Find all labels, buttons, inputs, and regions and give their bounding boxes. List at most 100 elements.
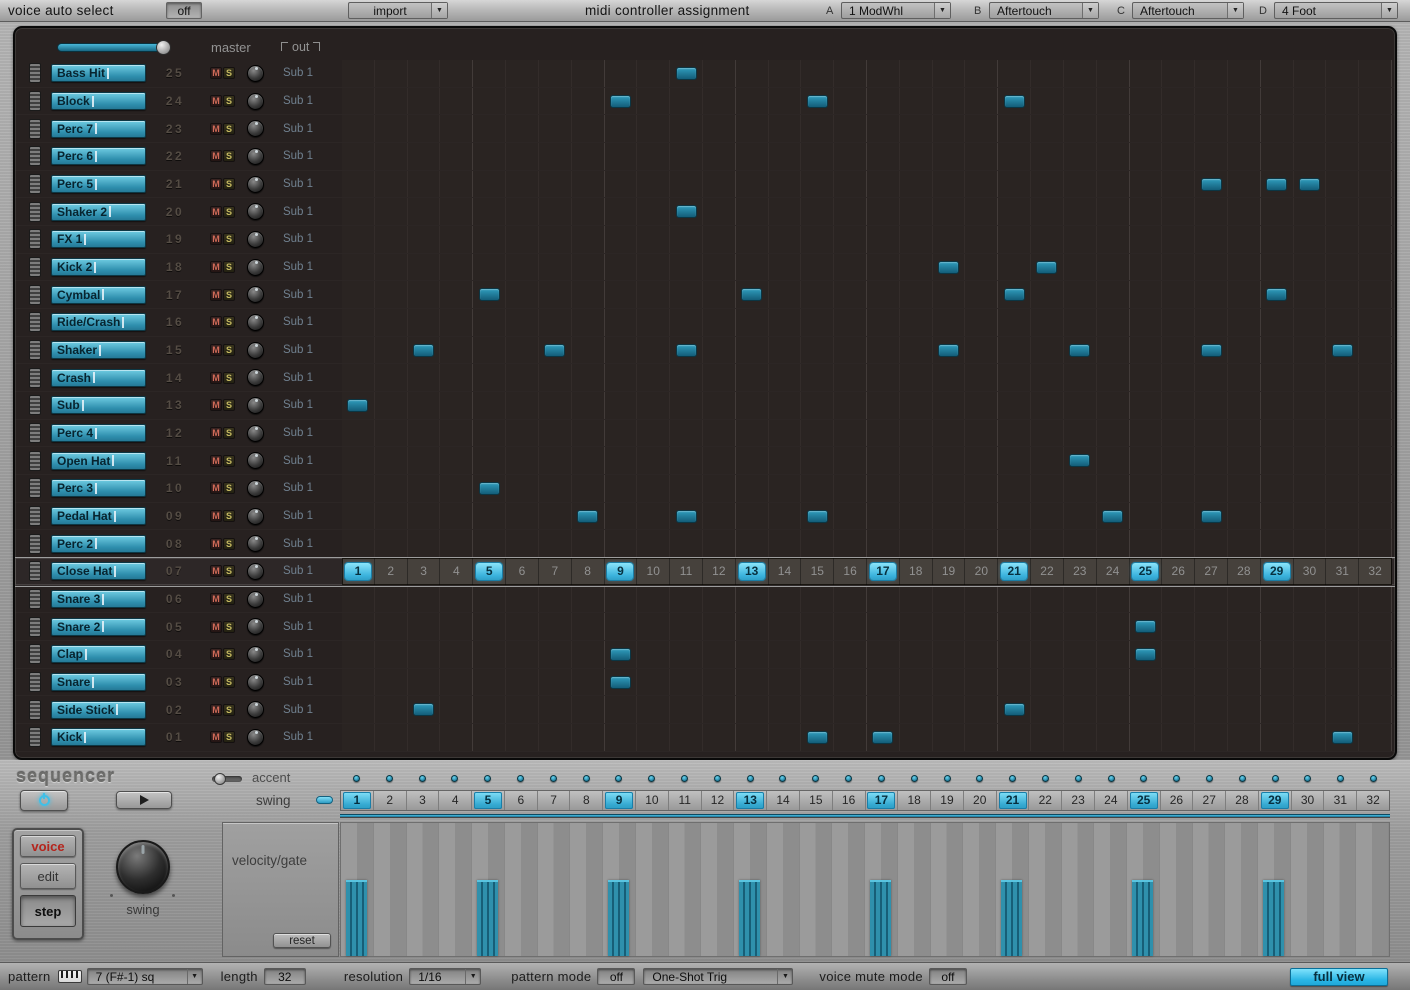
solo-button[interactable]: S bbox=[223, 538, 235, 550]
step-cell[interactable] bbox=[736, 281, 769, 308]
step-cell[interactable] bbox=[1294, 392, 1327, 419]
drag-handle-icon[interactable] bbox=[29, 395, 41, 415]
step-cell[interactable] bbox=[1359, 143, 1392, 170]
step-cell[interactable] bbox=[375, 696, 408, 723]
step-cell[interactable] bbox=[539, 143, 572, 170]
step-cell[interactable] bbox=[1162, 586, 1195, 613]
swing-step-cell[interactable]: 25 bbox=[1128, 791, 1161, 810]
step-cell[interactable] bbox=[834, 337, 867, 364]
step-cell[interactable] bbox=[1162, 309, 1195, 336]
step-cell[interactable] bbox=[605, 447, 638, 474]
step-cell[interactable] bbox=[572, 115, 605, 142]
full-view-button[interactable]: full view bbox=[1290, 968, 1388, 986]
active-step-mark[interactable] bbox=[413, 344, 434, 357]
velocity-column[interactable] bbox=[898, 823, 931, 956]
accent-dot-cell[interactable] bbox=[570, 772, 603, 784]
solo-button[interactable]: S bbox=[223, 289, 235, 301]
step-cell[interactable] bbox=[342, 226, 375, 253]
step-cell[interactable] bbox=[1294, 613, 1327, 640]
drag-handle-icon[interactable] bbox=[29, 285, 41, 305]
step-cell[interactable] bbox=[965, 364, 998, 391]
step-cell[interactable] bbox=[408, 586, 441, 613]
solo-button[interactable]: S bbox=[223, 510, 235, 522]
step-cell[interactable] bbox=[801, 198, 834, 225]
step-cell[interactable] bbox=[670, 337, 703, 364]
step-cell[interactable] bbox=[408, 254, 441, 281]
step-cell[interactable] bbox=[1130, 171, 1163, 198]
step-cell[interactable] bbox=[408, 226, 441, 253]
voice-name-button[interactable]: Perc 6 bbox=[51, 147, 146, 165]
mode-step-button[interactable]: step bbox=[20, 895, 76, 927]
drag-handle-icon[interactable] bbox=[29, 368, 41, 388]
step-cell[interactable] bbox=[670, 447, 703, 474]
step-cell[interactable] bbox=[1064, 392, 1097, 419]
velocity-column[interactable] bbox=[1258, 823, 1291, 956]
step-cell[interactable] bbox=[769, 88, 802, 115]
step-cell[interactable] bbox=[965, 696, 998, 723]
step-cell[interactable] bbox=[900, 281, 933, 308]
step-cell[interactable] bbox=[473, 281, 506, 308]
step-cell[interactable] bbox=[572, 420, 605, 447]
mute-button[interactable]: M bbox=[210, 538, 222, 550]
step-cell[interactable] bbox=[1097, 198, 1130, 225]
step-cell[interactable] bbox=[965, 143, 998, 170]
step-cell[interactable] bbox=[506, 198, 539, 225]
step-cell[interactable] bbox=[998, 447, 1031, 474]
step-cell[interactable]: 9 bbox=[605, 558, 638, 585]
step-cell[interactable] bbox=[342, 641, 375, 668]
step-cell[interactable] bbox=[605, 696, 638, 723]
step-cell[interactable] bbox=[572, 586, 605, 613]
step-cell[interactable] bbox=[1261, 88, 1294, 115]
active-step-mark[interactable] bbox=[610, 648, 631, 661]
step-cell[interactable] bbox=[670, 392, 703, 419]
step-cell[interactable] bbox=[834, 254, 867, 281]
step-cell[interactable] bbox=[637, 60, 670, 87]
step-cell[interactable] bbox=[736, 475, 769, 502]
step-cell[interactable] bbox=[1261, 696, 1294, 723]
voice-output-select[interactable]: Sub 1 bbox=[272, 621, 324, 633]
step-cell[interactable] bbox=[506, 530, 539, 557]
step-cell[interactable] bbox=[1162, 447, 1195, 474]
step-cell[interactable] bbox=[375, 254, 408, 281]
step-cell[interactable] bbox=[1064, 254, 1097, 281]
step-cell[interactable] bbox=[801, 641, 834, 668]
step-cell[interactable] bbox=[1031, 696, 1064, 723]
step-cell[interactable] bbox=[867, 641, 900, 668]
active-step-mark[interactable] bbox=[1201, 344, 1222, 357]
drag-handle-icon[interactable] bbox=[29, 561, 41, 581]
step-cell[interactable] bbox=[801, 447, 834, 474]
step-cell[interactable] bbox=[900, 309, 933, 336]
step-cell[interactable] bbox=[1261, 198, 1294, 225]
step-cell[interactable] bbox=[736, 143, 769, 170]
step-cell[interactable] bbox=[834, 669, 867, 696]
step-cell[interactable] bbox=[473, 586, 506, 613]
step-cell[interactable] bbox=[801, 613, 834, 640]
step-cell[interactable] bbox=[506, 613, 539, 640]
velocity-column[interactable] bbox=[341, 823, 374, 956]
step-cell[interactable] bbox=[703, 447, 736, 474]
accent-dot-cell[interactable] bbox=[635, 772, 668, 784]
velocity-column[interactable] bbox=[1094, 823, 1127, 956]
step-cell[interactable] bbox=[1064, 530, 1097, 557]
step-cell[interactable] bbox=[1261, 226, 1294, 253]
step-cell[interactable] bbox=[1130, 392, 1163, 419]
step-cell[interactable] bbox=[637, 420, 670, 447]
step-cell[interactable] bbox=[1031, 309, 1064, 336]
step-cell[interactable] bbox=[506, 392, 539, 419]
step-cell[interactable] bbox=[736, 420, 769, 447]
drag-handle-icon[interactable] bbox=[29, 672, 41, 692]
step-cell[interactable] bbox=[1130, 641, 1163, 668]
velocity-column[interactable] bbox=[1291, 823, 1324, 956]
step-cell[interactable] bbox=[637, 724, 670, 751]
step-cell[interactable] bbox=[801, 226, 834, 253]
step-cell[interactable] bbox=[637, 530, 670, 557]
swing-step-cell[interactable]: 8 bbox=[570, 791, 603, 810]
step-cell[interactable] bbox=[342, 447, 375, 474]
step-cell[interactable] bbox=[1031, 447, 1064, 474]
step-cell[interactable] bbox=[375, 309, 408, 336]
step-cell[interactable] bbox=[539, 115, 572, 142]
step-cell[interactable] bbox=[506, 447, 539, 474]
step-cell[interactable] bbox=[1228, 226, 1261, 253]
step-cell[interactable]: 16 bbox=[834, 558, 867, 585]
solo-button[interactable]: S bbox=[223, 233, 235, 245]
